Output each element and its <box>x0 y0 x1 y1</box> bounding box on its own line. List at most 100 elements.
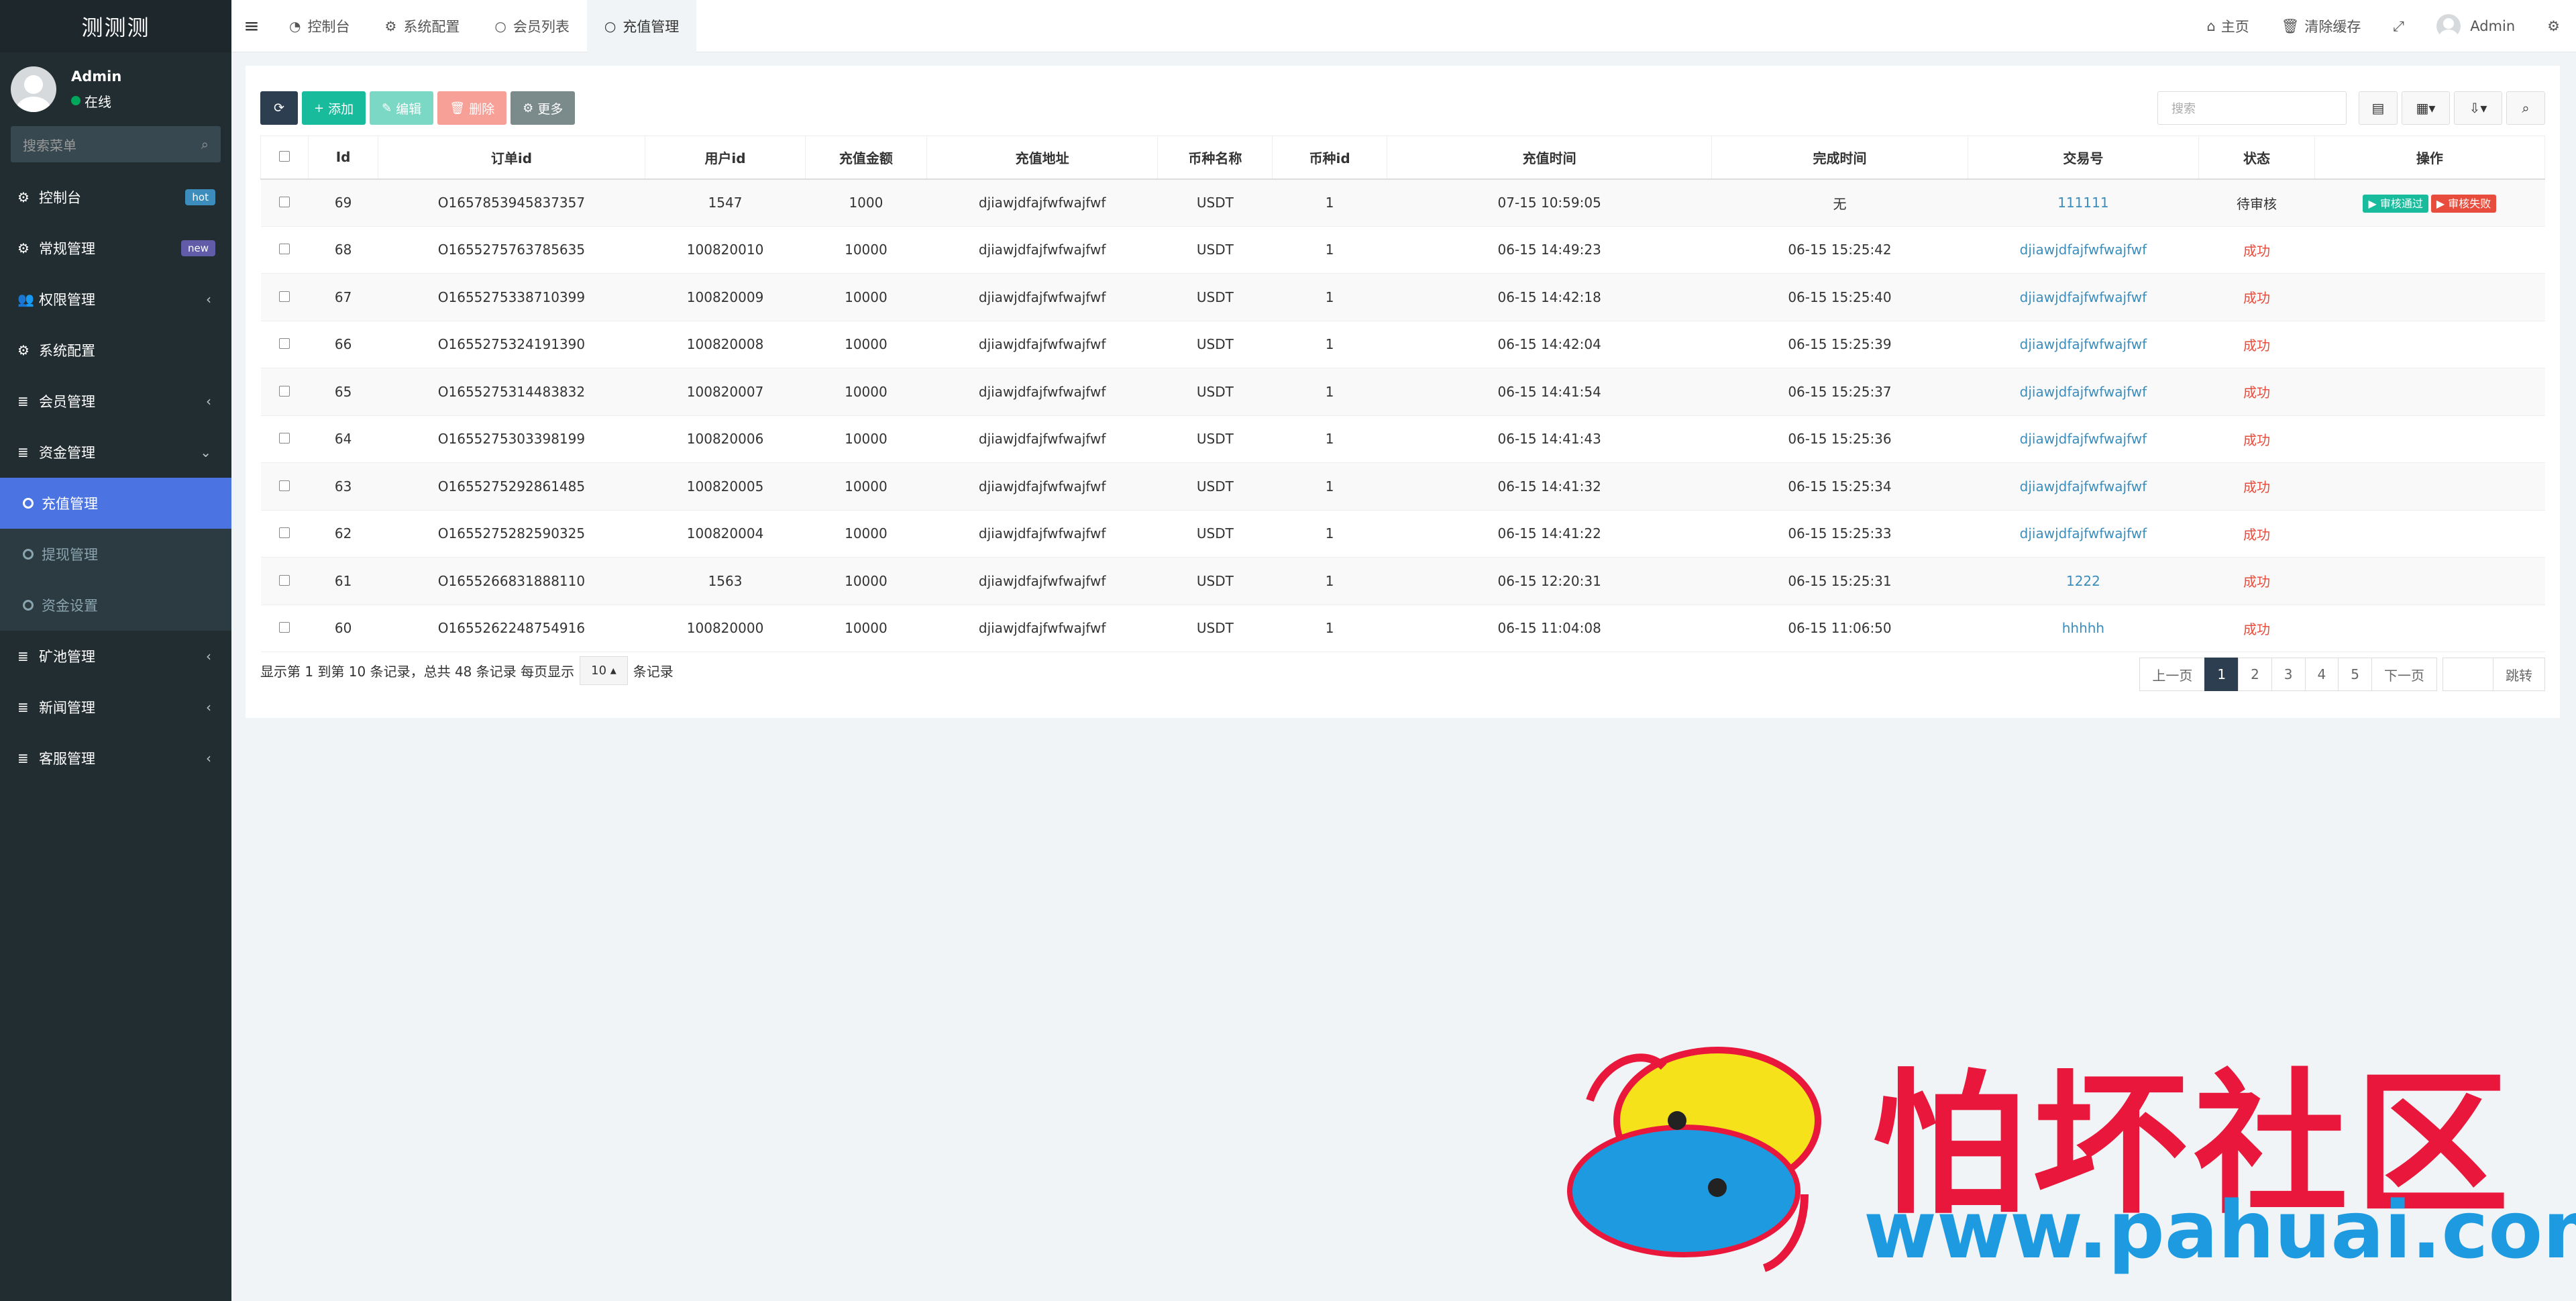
cell-status: 成功 <box>2198 509 2315 558</box>
sidebar-item-3[interactable]: ⚙ 系统配置 <box>0 325 231 376</box>
row-checkbox[interactable] <box>279 622 290 633</box>
column-header[interactable]: 币种id <box>1272 136 1387 180</box>
refresh-button[interactable]: ⟳ <box>260 91 298 125</box>
column-header[interactable]: 币种名称 <box>1157 136 1273 180</box>
table-row[interactable]: 65 O1655275314483832 100820007 10000 djiawjd… <box>260 368 2545 416</box>
fullscreen-icon[interactable]: ⤢ <box>2377 18 2420 35</box>
sidebar-item-after-1[interactable]: ≣ 新闻管理 ‹ <box>0 682 231 733</box>
jump-button[interactable]: 跳转 <box>2493 658 2545 691</box>
page-button[interactable]: 2 <box>2238 658 2272 691</box>
columns-dropdown-icon[interactable]: ▦▾ <box>2402 91 2450 125</box>
tab-0[interactable]: ◔ 控制台 <box>272 0 367 52</box>
clear-cache-link[interactable]: 🗑 清除缓存 <box>2265 16 2377 36</box>
row-checkbox[interactable] <box>279 291 290 302</box>
table-row[interactable]: 62 O1655275282590325 100820004 10000 djiawjd… <box>260 509 2545 558</box>
row-checkbox[interactable] <box>279 385 290 397</box>
column-header[interactable]: 用户id <box>645 136 806 180</box>
tab-2[interactable]: ○ 会员列表 <box>477 0 586 52</box>
table-row[interactable]: 60 O1655262248754916 100820000 10000 djiawjd… <box>260 604 2545 652</box>
cell-tx: djiawjdfajfwfwajfwf <box>1968 320 2199 368</box>
tx-link[interactable]: djiawjdfajfwfwajfwf <box>2020 478 2147 495</box>
page-button[interactable]: 3 <box>2271 658 2306 691</box>
column-header[interactable]: 充值金额 <box>804 136 927 180</box>
cell-order: O1655275338710399 <box>378 273 645 321</box>
submenu-item-0[interactable]: 充值管理 <box>0 478 231 529</box>
table-row[interactable]: 67 O1655275338710399 100820009 10000 djiawjd… <box>260 273 2545 321</box>
tx-link[interactable]: djiawjdfajfwfwajfwf <box>2020 525 2147 541</box>
more-button[interactable]: ⚙ 更多 <box>511 91 576 125</box>
table-row[interactable]: 68 O1655275763785635 100820010 10000 djiawjd… <box>260 225 2545 274</box>
submenu-item-1[interactable]: 提现管理 <box>0 529 231 580</box>
user-panel: Admin 在线 <box>0 52 231 126</box>
tx-link[interactable]: 111111 <box>2057 195 2108 211</box>
home-link[interactable]: ⌂ 主页 <box>2190 16 2265 36</box>
settings-icon[interactable]: ⚙ <box>2531 18 2576 34</box>
page-button[interactable]: 4 <box>2304 658 2339 691</box>
prev-page-button[interactable]: 上一页 <box>2139 658 2206 691</box>
add-button[interactable]: + 添加 <box>302 91 366 125</box>
tx-link[interactable]: hhhhh <box>2062 620 2104 636</box>
list-icon: ≣ <box>17 648 29 664</box>
column-header[interactable]: 充值地址 <box>926 136 1159 180</box>
tx-link[interactable]: 1222 <box>2066 573 2100 589</box>
tx-link[interactable]: djiawjdfajfwfwajfwf <box>2020 384 2147 400</box>
row-checkbox[interactable] <box>279 527 290 539</box>
search-icon[interactable]: ⌕ <box>201 136 209 152</box>
column-header[interactable]: 订单id <box>377 136 646 180</box>
submenu-item-2[interactable]: 资金设置 <box>0 580 231 631</box>
column-header[interactable]: 完成时间 <box>1711 136 1968 180</box>
tx-link[interactable]: djiawjdfajfwfwajfwf <box>2020 336 2147 352</box>
approve-button[interactable]: ▶ 审核通过 <box>2363 195 2428 213</box>
admin-menu[interactable]: Admin <box>2420 14 2531 38</box>
edit-button[interactable]: ✎ 编辑 <box>370 91 434 125</box>
tx-link[interactable]: djiawjdfajfwfwajfwf <box>2020 431 2147 447</box>
next-page-button[interactable]: 下一页 <box>2371 658 2437 691</box>
sidebar-item-after-2[interactable]: ≣ 客服管理 ‹ <box>0 733 231 784</box>
row-checkbox[interactable] <box>279 574 290 586</box>
menu-search-input[interactable]: 搜索菜单 ⌕ <box>11 126 221 162</box>
jump-page-input[interactable] <box>2443 658 2493 691</box>
sidebar-item-1[interactable]: ⚙ 常规管理 new <box>0 223 231 274</box>
reject-button[interactable]: ▶ 审核失败 <box>2430 195 2497 213</box>
column-header[interactable]: 操作 <box>2314 136 2546 180</box>
tx-link[interactable]: djiawjdfajfwfwajfwf <box>2020 289 2147 305</box>
row-checkbox[interactable] <box>279 244 290 255</box>
table-row[interactable]: 61 O1655266831888110 1563 10000 djiawjdfajfw… <box>260 557 2545 605</box>
column-header[interactable]: 交易号 <box>1967 136 2200 180</box>
table-search-input[interactable]: 搜索 <box>2157 91 2347 125</box>
page-button[interactable]: 1 <box>2204 658 2239 691</box>
table-row[interactable]: 63 O1655275292861485 100820005 10000 djiawjd… <box>260 462 2545 511</box>
column-header[interactable]: 状态 <box>2198 136 2315 180</box>
avatar <box>11 66 56 112</box>
tx-link[interactable]: djiawjdfajfwfwajfwf <box>2020 242 2147 258</box>
row-checkbox[interactable] <box>279 433 290 444</box>
app-logo[interactable]: 测测测 <box>0 0 231 52</box>
page-size-select[interactable]: 10 ▴ <box>580 656 628 685</box>
toggle-view-icon[interactable]: ▤ <box>2359 91 2398 125</box>
search-icon[interactable]: ⌕ <box>2506 91 2545 125</box>
row-checkbox[interactable] <box>279 480 290 491</box>
cell-tx: 111111 <box>1968 178 2199 227</box>
select-all-checkbox[interactable] <box>279 151 290 162</box>
row-checkbox[interactable] <box>279 197 290 207</box>
tab-1[interactable]: ⚙ 系统配置 <box>367 0 477 52</box>
cell-addr: djiawjdfajfwfwajfwf <box>926 273 1158 321</box>
cell-status: 待审核 <box>2198 178 2315 227</box>
table-row[interactable]: 69 O1657853945837357 1547 1000 djiawjdfajfwf… <box>260 178 2545 227</box>
column-header[interactable]: Id <box>308 136 378 180</box>
table-row[interactable]: 66 O1655275324191390 100820008 10000 djiawjd… <box>260 320 2545 368</box>
menu-toggle-icon[interactable]: ≡ <box>231 15 272 37</box>
export-dropdown-icon[interactable]: ⇩▾ <box>2454 91 2502 125</box>
delete-button[interactable]: 🗑 删除 <box>437 91 507 125</box>
tab-3[interactable]: ○ 充值管理 <box>586 0 697 52</box>
circle-icon <box>23 549 34 560</box>
row-checkbox[interactable] <box>279 338 290 350</box>
sidebar-item-0[interactable]: ⚙ 控制台 hot <box>0 172 231 223</box>
page-button[interactable]: 5 <box>2338 658 2372 691</box>
sidebar-item-4[interactable]: ≣ 会员管理 ‹ <box>0 376 231 427</box>
table-row[interactable]: 64 O1655275303398199 100820006 10000 djiawjd… <box>260 415 2545 463</box>
sidebar-item-5[interactable]: ≣ 资金管理 ⌄ <box>0 427 231 478</box>
sidebar-item-2[interactable]: 👥 权限管理 ‹ <box>0 274 231 325</box>
column-header[interactable]: 充值时间 <box>1386 136 1713 180</box>
sidebar-item-after-0[interactable]: ≣ 矿池管理 ‹ <box>0 631 231 682</box>
